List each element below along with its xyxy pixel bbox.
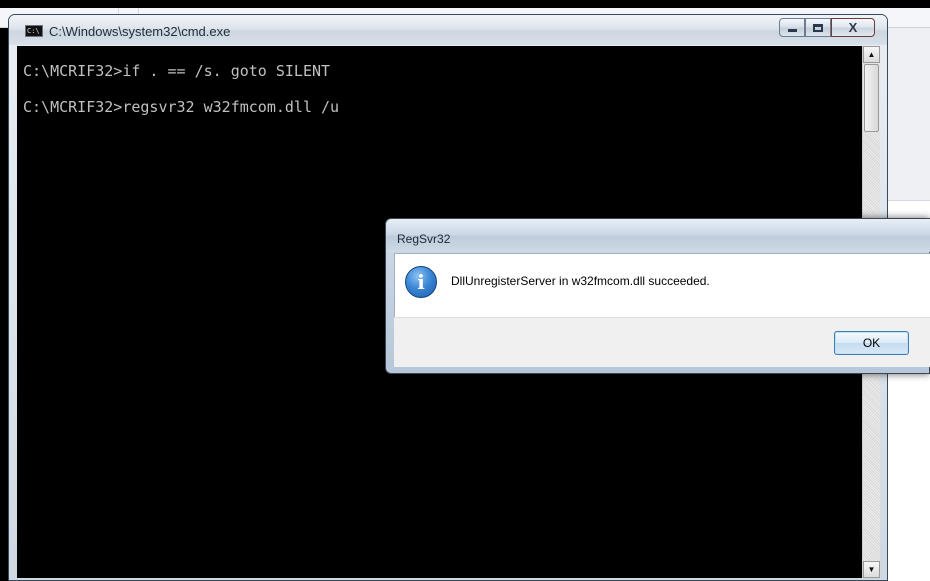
- information-icon: i: [405, 266, 437, 298]
- dialog-titlebar[interactable]: RegSvr32: [386, 219, 930, 252]
- close-icon: X: [848, 20, 858, 35]
- dialog-footer: OK: [394, 317, 930, 367]
- scroll-thumb[interactable]: [864, 64, 879, 132]
- scroll-down-button[interactable]: ▼: [863, 561, 880, 578]
- dialog-message: DllUnregisterServer in w32fmcom.dll succ…: [451, 274, 710, 288]
- dialog-body: i DllUnregisterServer in w32fmcom.dll su…: [394, 253, 930, 317]
- maximize-icon: [813, 23, 823, 32]
- close-button[interactable]: X: [831, 18, 875, 37]
- window-title: C:\Windows\system32\cmd.exe: [49, 24, 231, 39]
- caption-buttons: X: [779, 18, 875, 38]
- dialog-title: RegSvr32: [397, 232, 451, 246]
- console-icon[interactable]: C:\: [25, 25, 43, 37]
- scroll-down-icon: ▼: [867, 565, 876, 574]
- cmd-titlebar[interactable]: C:\ C:\Windows\system32\cmd.exe X: [9, 15, 887, 45]
- minimize-button[interactable]: [779, 18, 805, 37]
- maximize-button[interactable]: [805, 18, 831, 37]
- minimize-icon: [787, 29, 797, 32]
- scroll-up-button[interactable]: ▲: [863, 46, 880, 63]
- regsvr32-dialog: RegSvr32 i DllUnregisterServer in w32fmc…: [385, 218, 930, 374]
- scroll-up-icon: ▲: [867, 50, 876, 59]
- console-line: C:\MCRIF32>regsvr32 w32fmcom.dll /u: [23, 98, 340, 116]
- console-line: C:\MCRIF32>if . == /s. goto SILENT: [23, 62, 331, 80]
- ok-button[interactable]: OK: [834, 331, 909, 355]
